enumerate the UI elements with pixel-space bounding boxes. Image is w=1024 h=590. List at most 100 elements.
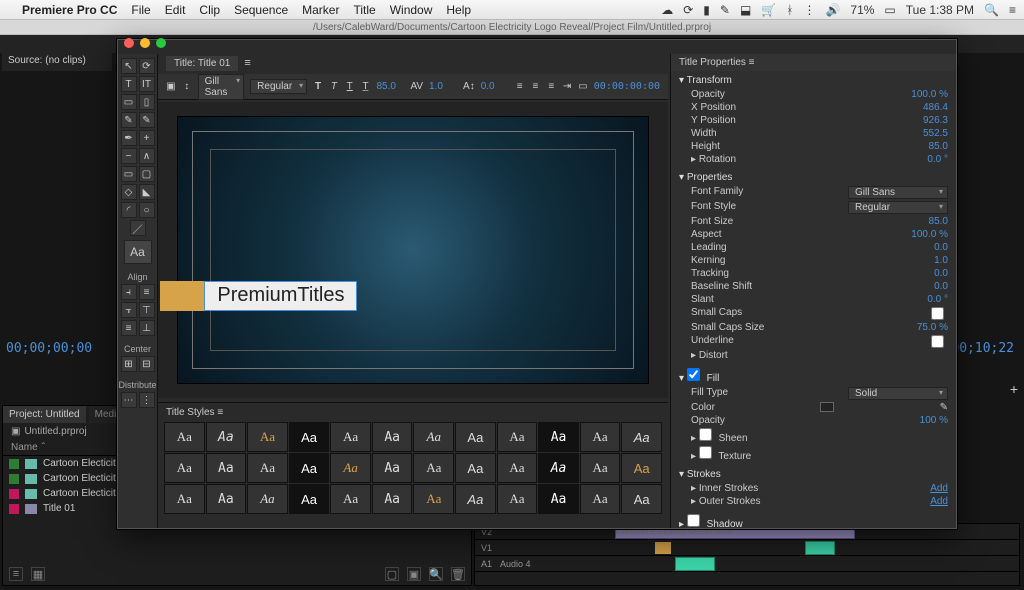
zoom-button[interactable] (156, 38, 166, 48)
delete-anchor-tool[interactable]: − (121, 148, 137, 164)
list-view-button[interactable]: ≡ (9, 567, 23, 581)
title-style-swatch[interactable]: Aa (206, 484, 247, 514)
menu-help[interactable]: Help (446, 3, 471, 17)
title-styles-header[interactable]: Title Styles (166, 407, 215, 418)
height-value[interactable]: 85.0 (929, 141, 948, 152)
tab-stops-button[interactable]: ⇥ (562, 79, 572, 95)
title-timecode[interactable]: 00:00:00:00 (594, 81, 660, 92)
title-style-swatch[interactable]: Aa (330, 453, 371, 483)
new-bin-button[interactable]: ▢ (385, 567, 399, 581)
underline-button[interactable]: T (345, 79, 355, 95)
shadow-checkbox[interactable] (687, 514, 700, 527)
vertical-path-type-tool[interactable]: ✎ (139, 112, 155, 128)
volume-icon[interactable]: 🔊 (825, 3, 840, 17)
add-anchor-tool[interactable]: + (139, 130, 155, 146)
align-hcenter[interactable]: ≡ (139, 284, 155, 300)
title-style-swatch[interactable]: Aa (455, 453, 496, 483)
find-button[interactable]: 🔍 (429, 567, 443, 581)
vertical-type-tool[interactable]: IT (139, 76, 155, 92)
eyedropper-icon[interactable]: ✎ (940, 402, 948, 413)
menu-sequence[interactable]: Sequence (234, 3, 288, 17)
new-item-button[interactable]: ▣ (407, 567, 421, 581)
menu-edit[interactable]: Edit (165, 3, 186, 17)
title-style-swatch[interactable]: Aa (621, 453, 662, 483)
title-style-swatch[interactable]: Aa (164, 484, 205, 514)
title-style-swatch[interactable]: Aa (330, 484, 371, 514)
smallcaps-checkbox[interactable] (931, 307, 944, 320)
vertical-area-type-tool[interactable]: ▯ (139, 94, 155, 110)
spotlight-icon[interactable]: 🔍 (984, 3, 999, 17)
title-text-object[interactable]: PremiumTitles (160, 281, 357, 311)
type-tool[interactable]: T (121, 76, 137, 92)
menu-file[interactable]: File (131, 3, 150, 17)
title-style-swatch[interactable]: Aa (413, 422, 454, 452)
title-style-swatch[interactable]: Aa (372, 422, 413, 452)
title-style-swatch[interactable]: Aa (164, 422, 205, 452)
strokes-section[interactable]: ▾ Strokes (679, 467, 948, 482)
properties-section[interactable]: ▾ Properties (679, 170, 948, 185)
panel-menu-icon[interactable]: ≡ (244, 57, 250, 69)
app-name[interactable]: Premiere Pro CC (22, 3, 117, 17)
panel-menu-icon[interactable]: ≡ (749, 57, 755, 68)
fill-color-swatch[interactable] (820, 402, 834, 412)
trash-button[interactable]: 🗑 (451, 567, 465, 581)
title-style-swatch[interactable]: Aa (497, 484, 538, 514)
title-style-swatch[interactable]: Aa (372, 484, 413, 514)
ellipse-tool[interactable]: ○ (139, 202, 155, 218)
shadow-section[interactable]: ▸ Shadow (679, 512, 948, 528)
clock[interactable]: Tue 1:38 PM (906, 3, 974, 17)
title-style-swatch[interactable]: Aa (206, 422, 247, 452)
opacity-value[interactable]: 100.0 % (911, 89, 948, 100)
title-style-swatch[interactable]: Aa (330, 422, 371, 452)
clipped-rect-tool[interactable]: ◇ (121, 184, 137, 200)
rotate-tool[interactable]: ⟳ (139, 58, 155, 74)
menu-marker[interactable]: Marker (302, 3, 339, 17)
wedge-tool[interactable]: ◣ (139, 184, 155, 200)
gold-rect[interactable] (160, 281, 204, 311)
close-button[interactable] (124, 38, 134, 48)
track-a1[interactable]: A1Audio 4 (475, 556, 1019, 572)
cloud-icon[interactable]: ☁ (661, 3, 673, 17)
title-tab[interactable]: Title: Title 01 (166, 56, 238, 71)
area-type-tool[interactable]: ▭ (121, 94, 137, 110)
title-canvas[interactable]: PremiumTitles (178, 117, 647, 383)
align-center-button[interactable]: ≡ (531, 79, 541, 95)
transform-section[interactable]: ▾ Transform (679, 73, 948, 88)
line-tool[interactable]: ／ (130, 220, 146, 236)
font-size-value[interactable]: 85.0 (376, 81, 404, 92)
title-style-swatch[interactable]: Aa (247, 422, 288, 452)
bluetooth-icon[interactable]: ᚼ (786, 3, 793, 17)
title-style-swatch[interactable]: Aa (497, 422, 538, 452)
title-clip[interactable] (655, 542, 671, 554)
rectangle-tool[interactable]: ▭ (121, 166, 137, 182)
pen-tool[interactable]: ✒ (121, 130, 137, 146)
video-icon[interactable]: ▮ (703, 3, 710, 17)
title-style-swatch[interactable]: Aa (580, 484, 621, 514)
icon-view-button[interactable]: ▦ (31, 567, 45, 581)
cart-icon[interactable]: 🛒 (761, 3, 776, 17)
roll-crawl-button[interactable]: ↕ (182, 79, 192, 95)
title-style-swatch[interactable]: Aa (413, 484, 454, 514)
title-style-swatch[interactable]: Aa (247, 484, 288, 514)
smallcaps-size-value[interactable]: 75.0 % (917, 322, 948, 333)
align-right-button[interactable]: ≡ (546, 79, 556, 95)
show-video-button[interactable]: ▭ (578, 79, 588, 95)
x-position-value[interactable]: 486.4 (923, 102, 948, 113)
leading-value[interactable]: 1.0 (429, 81, 457, 92)
sheen-checkbox[interactable] (699, 428, 712, 441)
align-bottom[interactable]: ⊥ (139, 320, 155, 336)
underline-checkbox[interactable] (931, 335, 944, 348)
kerning-prop[interactable]: 1.0 (934, 255, 948, 266)
title-style-swatch[interactable]: Aa (580, 453, 621, 483)
italic-button[interactable]: T (329, 79, 339, 95)
aspect-value[interactable]: 100.0 % (911, 229, 948, 240)
font-size-prop[interactable]: 85.0 (929, 216, 948, 227)
title-style-swatch[interactable]: Aa (206, 453, 247, 483)
sort-asc-icon[interactable]: ˆ (42, 442, 45, 453)
title-style-swatch[interactable]: Aa (164, 453, 205, 483)
menu-clip[interactable]: Clip (199, 3, 220, 17)
project-tab[interactable]: Project: Untitled (3, 406, 86, 423)
align-vcenter[interactable]: ≡ (121, 320, 137, 336)
font-style-dropdown[interactable]: Regular (250, 79, 307, 94)
tracking-value[interactable]: 0.0 (934, 268, 948, 279)
